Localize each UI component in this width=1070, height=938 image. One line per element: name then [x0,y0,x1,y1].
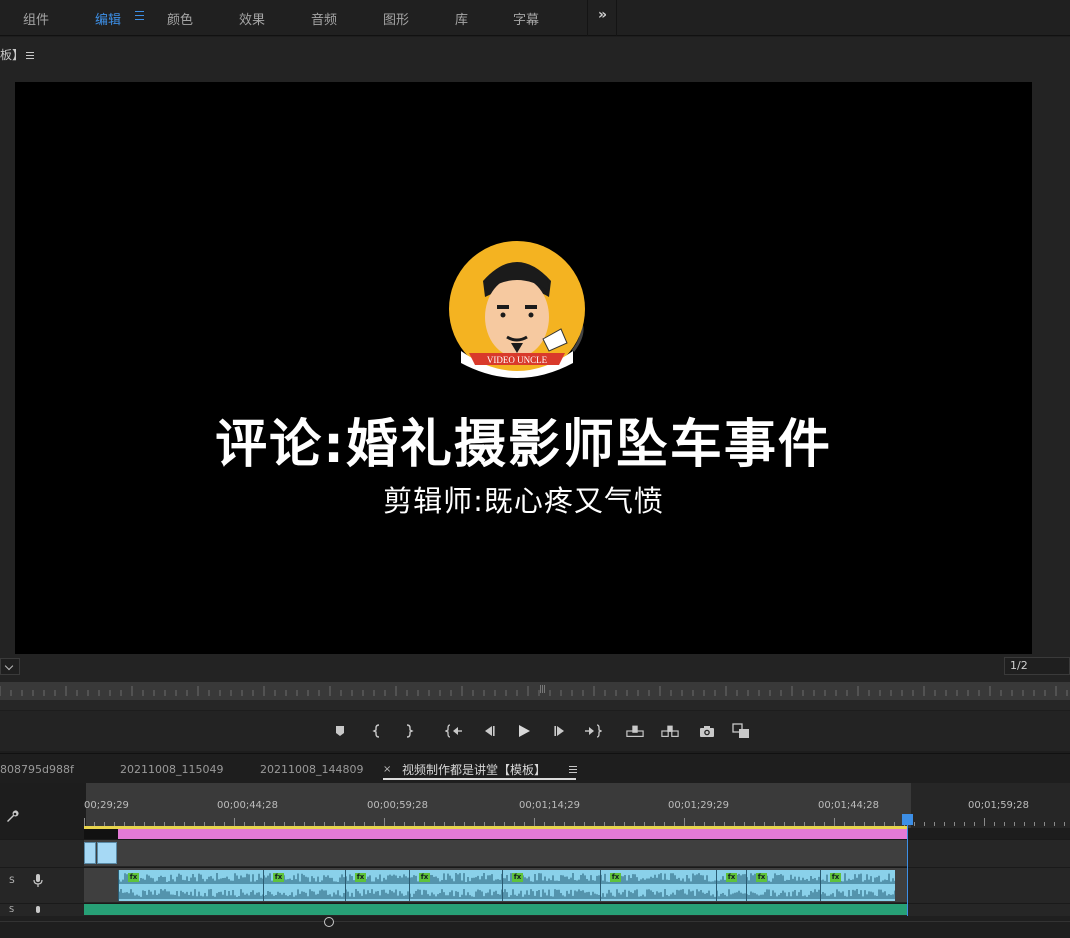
video-main-title: 评论:婚礼摄影师坠车事件 [215,415,832,475]
audio-clip[interactable]: fx [820,870,895,901]
timecode-label: 00;00;59;28 [367,800,429,811]
audio-clip[interactable]: fx [716,870,746,901]
audio-clip-music[interactable] [84,904,908,915]
microphone-icon[interactable] [33,906,43,916]
audio-track-label-2: S [9,905,15,914]
audio-clip[interactable]: fx [746,870,820,901]
timecode-label: 00;00;44;28 [217,800,279,811]
panel-menu-icon[interactable] [26,52,34,61]
fx-badge-icon: fx [128,873,139,882]
audio-clip[interactable]: fx [263,870,345,901]
playhead-handle[interactable] [902,814,913,825]
close-tab-icon[interactable]: × [383,764,391,775]
svg-text:VIDEO UNCLE: VIDEO UNCLE [487,355,548,365]
timecode-label: 00;01;14;29 [519,800,581,811]
timecode-label: 00;01;29;29 [668,800,730,811]
work-area-bar[interactable] [84,826,908,829]
play-icon[interactable] [515,722,533,740]
export-frame-icon[interactable] [698,722,716,740]
workspace-tab-graphics[interactable]: 图形 [383,9,409,28]
fx-badge-icon: fx [756,873,767,882]
fx-badge-icon: fx [355,873,366,882]
timeline-tab-bar: 808795d988f 20211008_115049 20211008_144… [0,753,1070,783]
video-uncle-logo: VIDEO UNCLE [449,241,585,378]
transport-controls [0,711,1070,751]
workspace-tab-color[interactable]: 颜色 [167,9,193,28]
workspace-tab-captions[interactable]: 字幕 [513,9,539,28]
scrollbar-zoom-handle[interactable] [324,917,334,927]
workspace-tab-audio[interactable]: 音频 [311,9,337,28]
go-to-out-icon[interactable] [584,722,602,740]
playback-resolution-dropdown[interactable]: 1/2 [1004,657,1070,675]
step-forward-icon[interactable] [551,722,569,740]
fx-badge-icon: fx [610,873,621,882]
program-monitor-title[interactable]: 板】 [0,46,24,63]
video-clip[interactable] [84,842,96,864]
workspace-tab-assembly[interactable]: 组件 [23,9,49,28]
sequence-tab-active[interactable]: 视频制作都是讲堂【模板】 [402,761,546,778]
more-workspaces-icon[interactable]: » [598,7,607,23]
workspace-menu-icon[interactable] [135,11,144,20]
workspace-bar: 组件 编辑 颜色 效果 音频 图形 库 字幕 » [0,0,1070,36]
fx-badge-icon: fx [419,873,430,882]
add-marker-icon[interactable] [331,722,349,740]
sequence-tab-3[interactable]: 20211008_144809 [260,763,363,776]
scrollbar-track [0,921,1070,922]
program-monitor-header: 板】 [0,37,1070,73]
sequence-tab-1[interactable]: 808795d988f [0,763,74,776]
playhead-line [907,824,908,916]
lift-icon[interactable] [626,722,644,740]
audio-clip[interactable]: fx [345,870,409,901]
audio-clip[interactable]: fx [600,870,716,901]
mark-out-icon[interactable] [400,722,418,740]
microphone-icon[interactable] [33,874,43,888]
timecode-label: 00;01;44;28 [818,800,880,811]
monitor-time-ruler[interactable] [0,682,1070,700]
comparison-view-icon[interactable] [732,722,750,740]
extract-icon[interactable] [661,722,679,740]
workspace-tab-editing[interactable]: 编辑 [95,9,121,28]
fx-badge-icon: fx [512,873,523,882]
wrench-icon[interactable] [5,810,19,824]
audio-clip[interactable]: fx [409,870,502,901]
fx-badge-icon: fx [726,873,737,882]
timecode-label: 00;29;29 [84,800,129,811]
step-back-icon[interactable] [480,722,498,740]
video-sub-title: 剪辑师:既心疼又气愤 [383,484,664,518]
graphic-clip[interactable] [118,828,908,839]
tab-menu-icon[interactable] [569,766,577,775]
video-clip[interactable] [97,842,117,864]
mark-in-icon[interactable] [368,722,386,740]
ruler-grip-icon[interactable] [540,685,546,693]
audio-track-label: S [9,876,15,886]
go-to-in-icon[interactable] [445,722,463,740]
zoom-dropdown[interactable] [0,658,20,675]
audio-clip[interactable]: fx [502,870,600,901]
waveform [119,873,263,899]
black-video-clip[interactable] [84,828,118,839]
timecode-label: 00;01;59;28 [968,800,1030,811]
fx-badge-icon: fx [830,873,841,882]
ruler-ticks [0,686,1068,696]
video-track [84,840,908,866]
video-frame: VIDEO UNCLE 评论:婚礼摄影师坠车事件 剪辑师:既心疼又气愤 [15,82,1032,654]
fx-badge-icon: fx [273,873,284,882]
sequence-tab-2[interactable]: 20211008_115049 [120,763,223,776]
active-tab-indicator [383,778,576,780]
workspace-tab-effects[interactable]: 效果 [239,9,265,28]
workspace-tab-libraries[interactable]: 库 [455,9,468,28]
monitor-scroll-strip [0,700,1070,710]
audio-clip[interactable]: fx [118,870,263,901]
timeline-scrollbar[interactable] [0,916,1070,938]
